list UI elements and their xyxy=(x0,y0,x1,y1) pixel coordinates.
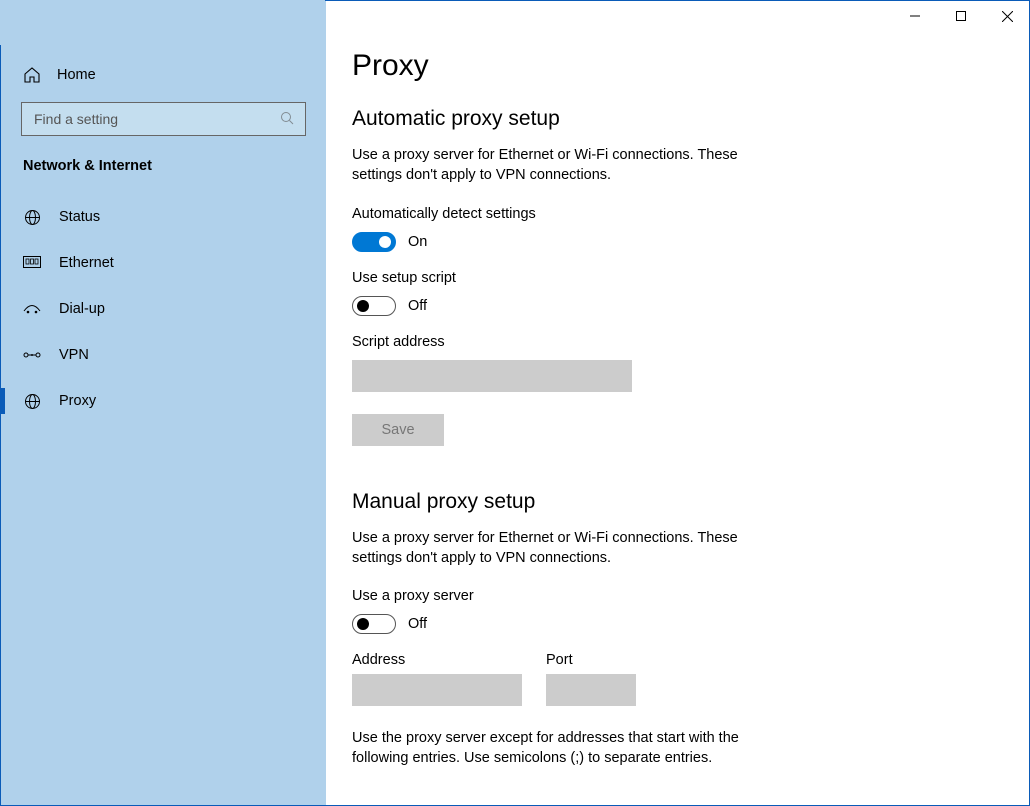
use-proxy-toggle[interactable] xyxy=(352,614,396,634)
vpn-icon xyxy=(23,346,41,364)
globe-icon xyxy=(23,208,41,226)
search-input[interactable] xyxy=(32,110,280,128)
exceptions-text: Use the proxy server except for addresse… xyxy=(352,728,772,769)
address-label: Address xyxy=(352,652,522,668)
sidebar-item-label: Status xyxy=(59,209,100,225)
search-box[interactable] xyxy=(21,102,306,136)
use-proxy-label: Use a proxy server xyxy=(352,588,999,604)
sidebar-item-vpn[interactable]: VPN xyxy=(1,332,326,378)
sidebar-heading: Network & Internet xyxy=(1,154,326,194)
use-script-state: Off xyxy=(408,298,427,314)
search-icon xyxy=(280,111,295,127)
ethernet-icon xyxy=(23,254,41,272)
auto-detect-toggle[interactable] xyxy=(352,232,396,252)
auto-section-heading: Automatic proxy setup xyxy=(352,107,999,131)
port-input xyxy=(546,674,636,706)
auto-section-description: Use a proxy server for Ethernet or Wi-Fi… xyxy=(352,145,772,186)
sidebar-item-label: Proxy xyxy=(59,393,96,409)
sidebar: Home Network & Internet Status Ethernet xyxy=(1,1,326,805)
manual-section-description: Use a proxy server for Ethernet or Wi-Fi… xyxy=(352,528,772,569)
sidebar-item-home[interactable]: Home xyxy=(1,56,326,94)
auto-detect-state: On xyxy=(408,234,427,250)
script-address-label: Script address xyxy=(352,334,999,350)
home-icon xyxy=(23,66,41,84)
dialup-icon xyxy=(23,300,41,318)
address-input xyxy=(352,674,522,706)
sidebar-item-label: Ethernet xyxy=(59,255,114,271)
use-proxy-state: Off xyxy=(408,616,427,632)
use-script-label: Use setup script xyxy=(352,270,999,286)
close-button[interactable] xyxy=(984,0,1030,32)
manual-section-heading: Manual proxy setup xyxy=(352,490,999,514)
save-button: Save xyxy=(352,414,444,446)
script-address-input xyxy=(352,360,632,392)
sidebar-item-dialup[interactable]: Dial-up xyxy=(1,286,326,332)
port-label: Port xyxy=(546,652,636,668)
page-title: Proxy xyxy=(352,49,999,83)
main-content: Proxy Automatic proxy setup Use a proxy … xyxy=(326,1,1029,805)
minimize-button[interactable] xyxy=(892,0,938,32)
sidebar-item-proxy[interactable]: Proxy xyxy=(1,378,326,424)
sidebar-item-label: Dial-up xyxy=(59,301,105,317)
globe-icon xyxy=(23,392,41,410)
sidebar-item-status[interactable]: Status xyxy=(1,194,326,240)
home-label: Home xyxy=(57,67,96,83)
sidebar-item-label: VPN xyxy=(59,347,89,363)
maximize-button[interactable] xyxy=(938,0,984,32)
use-script-toggle[interactable] xyxy=(352,296,396,316)
auto-detect-label: Automatically detect settings xyxy=(352,206,999,222)
sidebar-item-ethernet[interactable]: Ethernet xyxy=(1,240,326,286)
